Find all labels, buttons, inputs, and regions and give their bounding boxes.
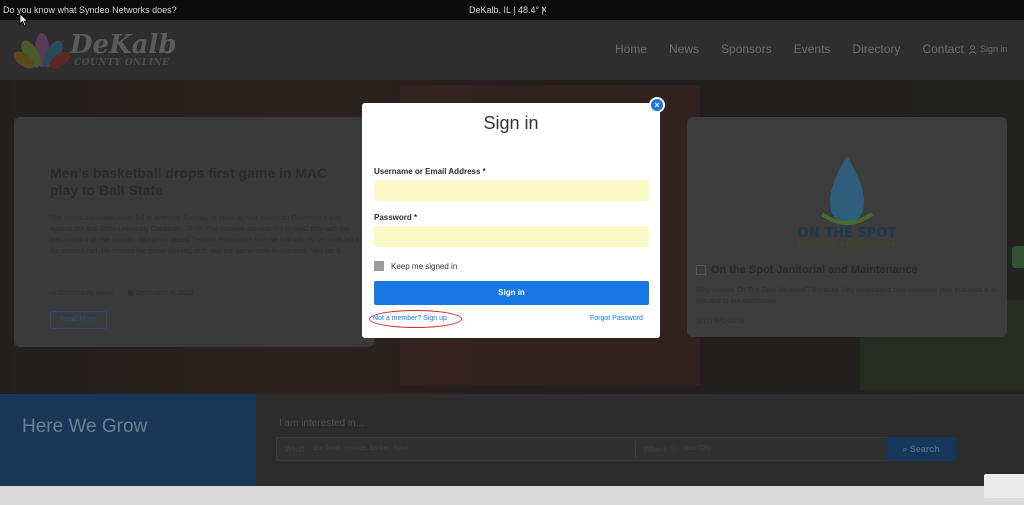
what-input[interactable]: Ex: food, service, barber, hotel xyxy=(314,445,409,452)
interest-label: I am interested in... xyxy=(279,418,365,429)
modal-close-button[interactable]: × xyxy=(649,97,665,113)
where-label: Where xyxy=(643,445,668,454)
article-category[interactable]: ▭ Community News xyxy=(50,289,113,297)
grow-banner: Here We Grow xyxy=(0,394,256,486)
sponsor-badge-icon xyxy=(696,265,706,275)
forgot-password-link[interactable]: Forgot Password xyxy=(590,315,643,322)
header-signin-label: Sign in xyxy=(980,44,1008,54)
article-date: ▦ December 9, 2020 xyxy=(127,289,193,297)
article-date-label: December 9, 2020 xyxy=(135,290,194,297)
recaptcha-badge[interactable] xyxy=(984,474,1024,498)
article-excerpt: The men’s basketball team fell in overti… xyxy=(50,215,362,255)
site-logo[interactable]: DeKalb COUNTY ONLINE xyxy=(12,30,177,72)
top-ticker-bar: Do you know what Syndeo Networks does? D… xyxy=(0,0,1024,20)
mouse-cursor-icon xyxy=(19,13,29,27)
nav-contact[interactable]: Contact xyxy=(922,42,963,56)
nav-directory[interactable]: Directory xyxy=(852,42,900,56)
footer-strip xyxy=(0,486,1024,505)
header-signin-link[interactable]: Sign in xyxy=(968,44,1008,54)
signin-submit-button[interactable]: Sign in xyxy=(374,281,649,305)
article-title[interactable]: Men’s basketball drops first game in MAC… xyxy=(50,165,350,199)
sponsor-logo-line2: JANITORIAL & MAINTENANCE xyxy=(797,241,895,248)
article-meta: ▭ Community News ▦ December 9, 2020 xyxy=(50,289,194,297)
where-input[interactable]: Your City... xyxy=(683,445,716,452)
directory-search-bar: What Ex: food, service, barber, hotel Wh… xyxy=(276,437,888,461)
what-label: What xyxy=(285,445,305,454)
main-nav: Home News Sponsors Events Directory Cont… xyxy=(615,42,986,56)
sponsor-logo-line3: BUILDING SERVICES xyxy=(822,249,872,255)
brand-name: DeKalb xyxy=(70,30,177,60)
read-more-button[interactable]: Read More xyxy=(50,311,107,329)
folder-icon: ▭ xyxy=(50,290,59,297)
sponsor-logo-line1: ON THE SPOT xyxy=(798,226,897,241)
nav-sponsors[interactable]: Sponsors xyxy=(721,42,772,56)
ticker-text[interactable]: Do you know what Syndeo Networks does? xyxy=(3,5,177,15)
article-category-label: Community News xyxy=(58,290,114,297)
article-card: Men’s basketball drops first game in MAC… xyxy=(14,117,374,347)
side-tab-arrow[interactable] xyxy=(1012,246,1024,268)
nav-home[interactable]: Home xyxy=(615,42,647,56)
weather-readout: DeKalb, IL | 48.4° | xyxy=(469,5,544,15)
signin-modal: Sign in Username or Email Address * Pass… xyxy=(362,103,660,338)
sponsor-logo[interactable]: ON THE SPOT JANITORIAL & MAINTENANCE BUI… xyxy=(782,152,912,257)
user-icon xyxy=(968,44,977,54)
nav-events[interactable]: Events xyxy=(794,42,831,56)
username-label: Username or Email Address * xyxy=(374,167,486,176)
search-button[interactable]: ⌕ Search xyxy=(886,437,956,461)
search-button-label: Search xyxy=(909,444,940,454)
sponsor-description: Why choose On The Spot Janitorial? Becau… xyxy=(696,287,998,305)
remember-label: Keep me signed in xyxy=(391,262,458,271)
password-label: Password * xyxy=(374,213,418,222)
water-drop-icon: ON THE SPOT JANITORIAL & MAINTENANCE BUI… xyxy=(797,156,897,255)
location-icon: ⊙ xyxy=(670,446,676,453)
brand-subtitle: COUNTY ONLINE xyxy=(74,58,170,68)
search-divider xyxy=(635,441,636,459)
password-input[interactable] xyxy=(374,226,649,247)
ticker-close-button[interactable]: x xyxy=(542,4,547,14)
username-input[interactable] xyxy=(374,180,649,201)
signup-link[interactable]: Not a member? Sign up xyxy=(373,315,447,322)
grow-heading: Here We Grow xyxy=(22,416,148,437)
remember-checkbox[interactable] xyxy=(374,261,384,271)
sponsor-card: ON THE SPOT JANITORIAL & MAINTENANCE BUI… xyxy=(687,117,1007,337)
sponsor-name[interactable]: On the Spot Janitorial and Maintenance xyxy=(711,264,918,276)
modal-title: Sign in xyxy=(483,113,539,133)
directory-search-panel: I am interested in... What Ex: food, ser… xyxy=(256,394,1024,486)
site-header: DeKalb COUNTY ONLINE Home News Sponsors … xyxy=(0,20,1024,80)
sponsor-phone[interactable]: (815) 970-3019 xyxy=(696,318,744,325)
calendar-icon: ▦ xyxy=(127,290,136,297)
nav-news[interactable]: News xyxy=(669,42,699,56)
lotus-icon xyxy=(13,33,71,69)
search-icon: ⌕ xyxy=(902,444,910,454)
